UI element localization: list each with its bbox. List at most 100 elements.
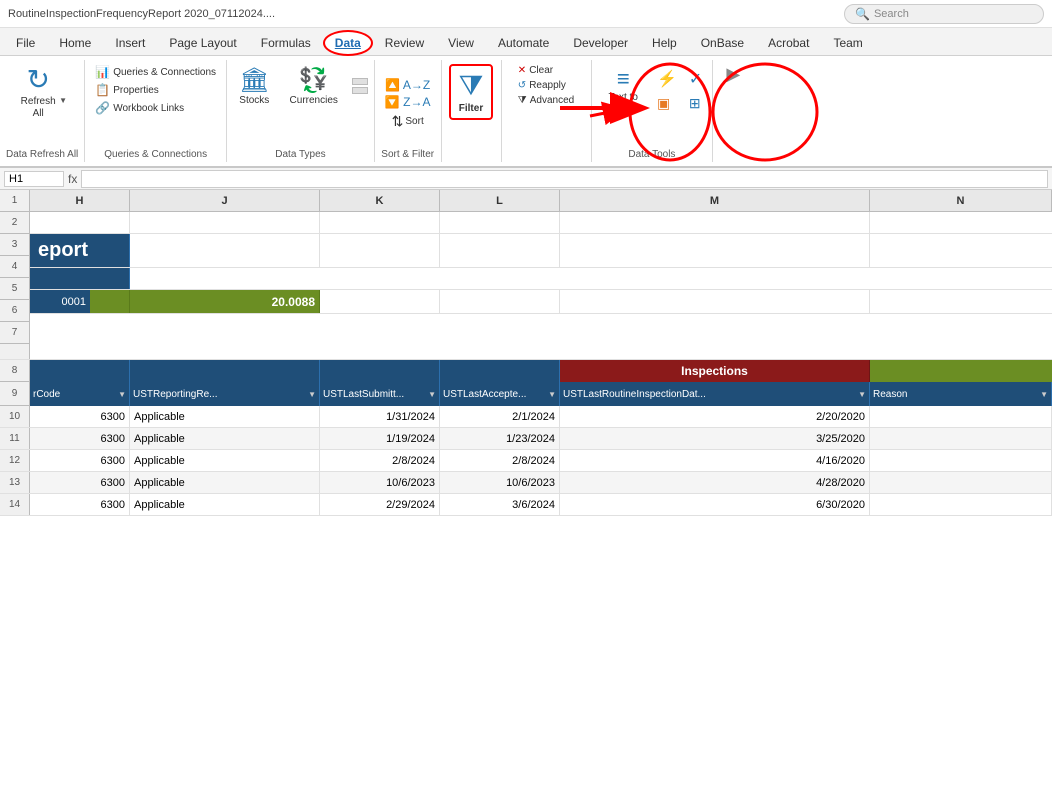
tab-developer[interactable]: Developer	[561, 31, 640, 55]
filter-submitted-col: USTLastSubmitt... ▼	[320, 382, 440, 406]
tab-data[interactable]: Data	[323, 30, 373, 56]
formula-input[interactable]	[81, 170, 1048, 188]
consolidate-button[interactable]: ⊞	[685, 94, 706, 113]
number-row: 0001 20.0088	[30, 290, 1052, 314]
accepted-cell: 10/6/2023	[440, 472, 560, 493]
ribbon-group-datatypes: 🏛 Stocks 💱 Currencies Data Types	[227, 60, 375, 162]
data-group-label: Data Refresh All	[6, 145, 78, 162]
datatype-dropdown-1[interactable]	[352, 78, 368, 85]
stocks-label: Stocks	[239, 95, 269, 106]
queries-connections-button[interactable]: 📊 Queries & Connections	[91, 64, 220, 80]
flash-fill-button[interactable]: ⚡	[653, 68, 681, 90]
reporting-cell: Applicable	[130, 428, 320, 449]
reporting-cell: Applicable	[130, 494, 320, 515]
name-box[interactable]: H1	[4, 171, 64, 187]
table-row: 126300Applicable2/8/20242/8/20244/16/202…	[0, 450, 1052, 472]
refresh-all-button[interactable]: ↻ RefreshAll	[17, 64, 59, 122]
col-n: N	[870, 190, 1052, 211]
sort-button[interactable]: ⇅ Sort	[386, 111, 430, 132]
workbook-links-button[interactable]: 🔗 Workbook Links	[91, 100, 220, 116]
tab-team[interactable]: Team	[821, 31, 874, 55]
advanced-button[interactable]: ⧩ Advanced	[514, 94, 578, 107]
sort-icon: ⇅	[392, 113, 404, 130]
sort-group-label: Sort & Filter	[381, 145, 435, 162]
queries-group-label: Queries & Connections	[91, 145, 220, 162]
reapply-label: Reapply	[529, 80, 566, 91]
filter-header-row: 9 rCode ▼ USTReportingRe... ▼ USTLastSub…	[0, 382, 1052, 406]
refresh-all-label: RefreshAll	[21, 96, 56, 120]
filename-label: RoutineInspectionFrequencyReport 2020_07…	[8, 8, 844, 20]
reapply-button[interactable]: ↺ Reapply	[514, 79, 578, 92]
refresh-all-dropdown[interactable]: ▼	[59, 82, 67, 105]
text-to-columns-button[interactable]: ≡ Text toColumns	[598, 64, 649, 116]
tab-insert[interactable]: Insert	[103, 31, 157, 55]
ribbon: ↻ RefreshAll ▼ Data Refresh All 📊	[0, 56, 1052, 168]
tab-home[interactable]: Home	[47, 31, 103, 55]
reporting-cell: Applicable	[130, 406, 320, 427]
tab-onbase[interactable]: OnBase	[689, 31, 756, 55]
more-button[interactable]: ▶	[726, 64, 740, 85]
accepted-cell: 3/6/2024	[440, 494, 560, 515]
ribbon-group-clear-reapply: ✕ Clear ↺ Reapply ⧩ Advanced	[502, 60, 592, 162]
filter-reason-col: Reason ▼	[870, 382, 1052, 406]
accepted-cell: 2/1/2024	[440, 406, 560, 427]
reporting-cell: Applicable	[130, 450, 320, 471]
data-validation-icon: ✓	[689, 69, 702, 89]
datatypes-group-label: Data Types	[233, 145, 368, 162]
submitted-cell: 10/6/2023	[320, 472, 440, 493]
clear-button[interactable]: ✕ Clear	[514, 64, 578, 77]
properties-button[interactable]: 📋 Properties	[91, 82, 220, 98]
workbook-links-icon: 🔗	[95, 101, 110, 115]
number-value-cell: 20.0088	[130, 290, 320, 313]
filter-inspection-col: USTLastRoutineInspectionDat... ▼	[560, 382, 870, 406]
col-j: J	[130, 190, 320, 211]
table-row: 146300Applicable2/29/20243/6/20246/30/20…	[0, 494, 1052, 516]
clear-reapply-group-label	[508, 156, 585, 162]
stocks-icon: 🏛	[239, 66, 269, 95]
sort-za-button[interactable]: 🔽 Z→A	[381, 94, 435, 110]
tab-pagelayout[interactable]: Page Layout	[157, 31, 248, 55]
table-row: 116300Applicable1/19/20241/23/20243/25/2…	[0, 428, 1052, 450]
col-k: K	[320, 190, 440, 211]
col-headers: H J K L M N	[30, 190, 1052, 212]
tab-view[interactable]: View	[436, 31, 486, 55]
inspection-cell: 4/16/2020	[560, 450, 870, 471]
reapply-icon: ↺	[518, 80, 526, 91]
filter-button[interactable]: ⧩ Filter	[449, 64, 494, 120]
tab-review[interactable]: Review	[373, 31, 436, 55]
tab-acrobat[interactable]: Acrobat	[756, 31, 821, 55]
reason-cell	[870, 450, 1052, 471]
filter-arrow-n: ▼	[1040, 390, 1048, 399]
queries-icon: 📊	[95, 65, 110, 79]
remove-duplicates-button[interactable]: ▣	[653, 94, 681, 113]
row-numbers: 1 2 3 4 5 6 7	[0, 190, 30, 359]
sort-az-icon: 🔼 A→Z	[385, 78, 430, 92]
flash-fill-icon: ⚡	[657, 69, 677, 89]
data-validation-button[interactable]: ✓	[685, 68, 706, 90]
filter-icon: ⧩	[459, 70, 484, 103]
text-to-columns-label: Text toColumns	[604, 92, 643, 114]
code-value: 0001	[62, 296, 86, 308]
code-cell: 6300	[30, 428, 130, 449]
title-bar: RoutineInspectionFrequencyReport 2020_07…	[0, 0, 1052, 28]
currencies-label: Currencies	[290, 95, 338, 106]
tab-automate[interactable]: Automate	[486, 31, 561, 55]
submitted-cell: 2/8/2024	[320, 450, 440, 471]
sort-az-button[interactable]: 🔼 A→Z	[381, 77, 434, 93]
filter-arrow-h: ▼	[118, 390, 126, 399]
datatype-dropdown-2[interactable]	[352, 87, 368, 94]
search-input[interactable]: Search	[874, 8, 909, 20]
filter-code-col: rCode ▼	[30, 382, 130, 406]
ribbon-group-datatools: ≡ Text toColumns ⚡ ▣	[592, 60, 714, 162]
tab-file[interactable]: File	[4, 31, 47, 55]
tab-formulas[interactable]: Formulas	[249, 31, 323, 55]
filter-arrow-m: ▼	[858, 390, 866, 399]
green-cell	[90, 290, 130, 313]
currencies-button[interactable]: 💱 Currencies	[284, 64, 344, 108]
code-cell: 0001	[30, 290, 90, 313]
report-title-row: eport	[30, 234, 1052, 268]
stocks-button[interactable]: 🏛 Stocks	[233, 64, 275, 108]
remove-duplicates-icon: ▣	[657, 95, 670, 112]
data-rows: 106300Applicable1/31/20242/1/20242/20/20…	[0, 406, 1052, 516]
tab-help[interactable]: Help	[640, 31, 689, 55]
